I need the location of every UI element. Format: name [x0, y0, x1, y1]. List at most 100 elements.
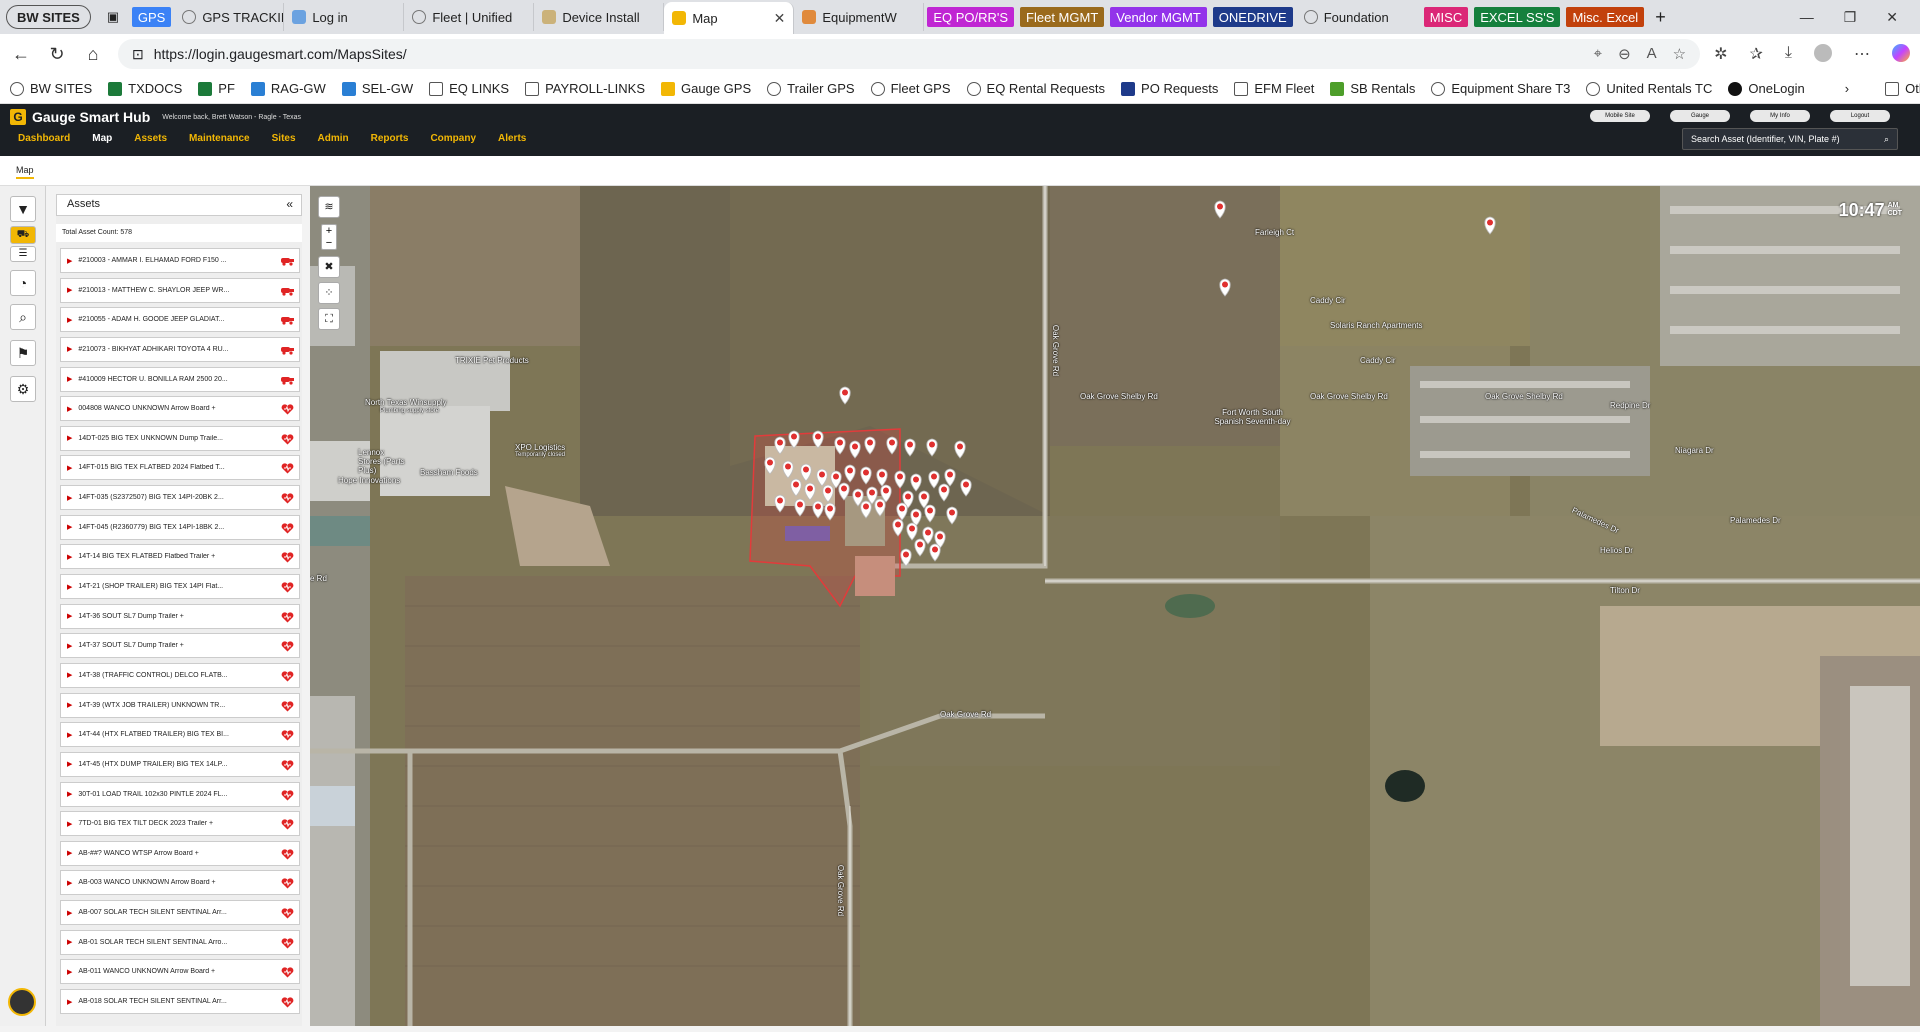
- asset-pin-icon[interactable]: [926, 438, 938, 457]
- expand-arrow-icon[interactable]: ▶: [67, 998, 72, 1006]
- refresh-icon[interactable]: ↻: [46, 44, 68, 65]
- close-tab-icon[interactable]: ✕: [774, 10, 786, 27]
- asset-pin-icon[interactable]: [946, 506, 958, 525]
- asset-pin-icon[interactable]: [774, 494, 786, 513]
- asset-pin-icon[interactable]: [906, 522, 918, 541]
- asset-list-item[interactable]: ▶ 14FT-035 (S2372507) BIG TEX 14PI-20BK 2…: [60, 485, 300, 511]
- expand-arrow-icon[interactable]: ▶: [67, 464, 72, 472]
- expand-arrow-icon[interactable]: ▶: [67, 257, 72, 265]
- asset-list-item[interactable]: ▶ 004808 WANCO UNKNOWN Arrow Board +: [60, 396, 300, 422]
- search-icon[interactable]: ⌕: [1884, 134, 1889, 145]
- copilot-icon[interactable]: [1892, 44, 1910, 62]
- asset-pin-icon[interactable]: [1484, 216, 1496, 235]
- fav-eq-links[interactable]: EQ LINKS: [429, 81, 509, 96]
- asset-pin-icon[interactable]: [774, 436, 786, 455]
- flag-icon[interactable]: ⚑: [10, 340, 36, 366]
- asset-pin-icon[interactable]: [794, 498, 806, 517]
- asset-list-item[interactable]: ▶ #210003 - AMMAR I. ELHAMAD FORD F150 ..…: [60, 248, 300, 273]
- tab-group-gps[interactable]: GPS: [131, 7, 172, 27]
- fav-united-rentals[interactable]: United Rentals TC: [1586, 81, 1712, 96]
- expand-arrow-icon[interactable]: ▶: [67, 879, 72, 887]
- fav-other[interactable]: Other favorites: [1885, 81, 1920, 96]
- tab-log-in[interactable]: Log in: [284, 3, 405, 31]
- asset-pin-icon[interactable]: [860, 466, 872, 485]
- expand-arrow-icon[interactable]: ▶: [67, 849, 72, 857]
- expand-arrow-icon[interactable]: ▶: [67, 671, 72, 679]
- nav-admin[interactable]: Admin: [318, 133, 349, 144]
- asset-list-item[interactable]: ▶ AB-018 SOLAR TECH SILENT SENTINAL Arr..…: [60, 989, 300, 1015]
- tab-map[interactable]: Map ✕: [664, 2, 795, 34]
- asset-pin-icon[interactable]: [782, 460, 794, 479]
- asset-list-item[interactable]: ▶ 14T-44 (HTX FLATBED TRAILER) BIG TEX BI…: [60, 722, 300, 748]
- expand-arrow-icon[interactable]: ▶: [67, 434, 72, 442]
- expand-arrow-icon[interactable]: ▶: [67, 405, 72, 413]
- asset-pin-icon[interactable]: [892, 518, 904, 537]
- asset-list-item[interactable]: ▶ AB-007 SOLAR TECH SILENT SENTINAL Arr..…: [60, 900, 300, 926]
- close-map-icon[interactable]: ✖: [318, 256, 340, 278]
- logout-button[interactable]: Logout: [1830, 110, 1890, 122]
- asset-list-item[interactable]: ▶ AB-01 SOLAR TECH SILENT SENTINAL Arro..…: [60, 929, 300, 955]
- gauge-dial-icon[interactable]: ◔: [10, 270, 36, 296]
- expand-arrow-icon[interactable]: ▶: [67, 701, 72, 709]
- nav-company[interactable]: Company: [430, 133, 476, 144]
- asset-pin-icon[interactable]: [960, 478, 972, 497]
- mobile-site-button[interactable]: Mobile Site: [1590, 110, 1650, 122]
- asset-pin-icon[interactable]: [894, 470, 906, 489]
- tab-group-vendor-mgmt[interactable]: Vendor MGMT: [1110, 7, 1207, 27]
- nav-map[interactable]: Map: [92, 133, 112, 144]
- expand-arrow-icon[interactable]: ▶: [67, 523, 72, 531]
- gauge-button[interactable]: Gauge: [1670, 110, 1730, 122]
- tab-device-install[interactable]: Device Install: [534, 3, 665, 31]
- asset-list-item[interactable]: ▶ 14T-38 (TRAFFIC CONTROL) DELCO FLATB...: [60, 662, 300, 688]
- expand-arrow-icon[interactable]: ▶: [67, 968, 72, 976]
- minimize-icon[interactable]: —: [1800, 9, 1814, 26]
- close-window-icon[interactable]: ✕: [1886, 9, 1898, 26]
- tab-group-misc-excel[interactable]: Misc. Excel: [1566, 7, 1645, 27]
- expand-arrow-icon[interactable]: ▶: [67, 731, 72, 739]
- asset-pin-icon[interactable]: [844, 464, 856, 483]
- fav-equipment-share[interactable]: Equipment Share T3: [1431, 81, 1570, 96]
- fav-onelogin[interactable]: OneLogin: [1728, 81, 1805, 96]
- fav-rag-gw[interactable]: RAG-GW: [250, 81, 326, 96]
- tab-fleet-unified[interactable]: Fleet | Unified: [404, 3, 535, 31]
- asset-pin-icon[interactable]: [886, 436, 898, 455]
- expand-arrow-icon[interactable]: ▶: [67, 286, 72, 294]
- asset-pin-icon[interactable]: [924, 504, 936, 523]
- tab-group-onedrive[interactable]: ONEDRIVE: [1212, 7, 1293, 27]
- asset-list-item[interactable]: ▶ 14FT-015 BIG TEX FLATBED 2024 Flatbed T…: [60, 455, 300, 481]
- asset-pin-icon[interactable]: [896, 502, 908, 521]
- asset-list-item[interactable]: ▶ AB-##? WANCO WTSP Arrow Board +: [60, 840, 300, 866]
- asset-pin-icon[interactable]: [910, 473, 922, 492]
- asset-list-item[interactable]: ▶ 14T-45 (HTX DUMP TRAILER) BIG TEX 14LP.…: [60, 751, 300, 777]
- fav-po-requests[interactable]: PO Requests: [1121, 81, 1218, 96]
- fav-sel-gw[interactable]: SEL-GW: [341, 81, 413, 96]
- page-info-icon[interactable]: ⊡: [132, 46, 144, 63]
- satellite-map[interactable]: TRIXIE Pet Products North Texas Winsuppl…: [310, 186, 1920, 1026]
- asset-pin-icon[interactable]: [790, 478, 802, 497]
- list-icon[interactable]: ☰: [10, 246, 36, 262]
- nav-assets[interactable]: Assets: [134, 133, 167, 144]
- tab-group-eq-po[interactable]: EQ PO/RR'S: [927, 7, 1015, 27]
- tab-gps-tracking[interactable]: GPS TRACKIN: [174, 3, 285, 31]
- asset-pin-icon[interactable]: [928, 470, 940, 489]
- asset-pin-icon[interactable]: [800, 463, 812, 482]
- asset-pin-icon[interactable]: [838, 482, 850, 501]
- asset-list-item[interactable]: ▶ #410009 HECTOR U. BONILLA RAM 2500 20..…: [60, 366, 300, 392]
- asset-list-item[interactable]: ▶ AB-011 WANCO UNKNOWN Arrow Board +: [60, 959, 300, 985]
- expand-arrow-icon[interactable]: ▶: [67, 790, 72, 798]
- layers-icon[interactable]: ≋: [318, 196, 340, 218]
- tab-group-excel[interactable]: EXCEL SS'S: [1474, 7, 1561, 27]
- assets-tab-icon[interactable]: ⛟: [10, 226, 36, 244]
- asset-pin-icon[interactable]: [788, 430, 800, 449]
- downloads-icon[interactable]: ⤓: [1785, 44, 1792, 64]
- fav-bw-sites[interactable]: BW SITES: [10, 81, 92, 96]
- asset-pin-icon[interactable]: [874, 498, 886, 517]
- expand-arrow-icon[interactable]: ▶: [67, 760, 72, 768]
- breadcrumb[interactable]: Map: [16, 165, 34, 179]
- asset-pin-icon[interactable]: [904, 438, 916, 457]
- asset-list-item[interactable]: ▶ #210073 - BIKHYAT ADHIKARI TOYOTA 4 RU.…: [60, 336, 300, 362]
- asset-pin-icon[interactable]: [914, 538, 926, 557]
- asset-list-item[interactable]: ▶ 14FT-045 (R2360779) BIG TEX 14PI-18BK 2…: [60, 514, 300, 540]
- expand-arrow-icon[interactable]: ▶: [67, 553, 72, 561]
- asset-pin-icon[interactable]: [900, 548, 912, 567]
